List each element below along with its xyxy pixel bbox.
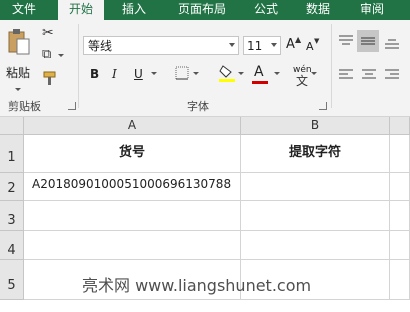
borders-icon[interactable]	[175, 66, 189, 80]
phonetic-char-icon: 文	[296, 74, 309, 88]
cell-c3[interactable]	[390, 201, 410, 231]
copy-icon[interactable]: ⧉	[42, 48, 51, 62]
grow-font-button[interactable]: A	[286, 37, 295, 53]
middle-align-icon	[361, 37, 375, 45]
chevron-down-icon	[229, 43, 235, 47]
underline-dropdown-icon[interactable]	[151, 72, 157, 75]
cell-c2[interactable]	[390, 173, 410, 201]
phonetic-dropdown-icon[interactable]	[311, 72, 317, 75]
font-group-label: 字体	[187, 100, 209, 113]
cell-b1[interactable]: 提取字符	[241, 135, 390, 173]
bottom-align-icon[interactable]	[384, 36, 400, 50]
font-color-swatch	[252, 81, 268, 84]
top-align-icon[interactable]	[338, 34, 354, 48]
cell-c1[interactable]	[390, 135, 410, 173]
borders-dropdown-icon[interactable]	[193, 72, 199, 75]
format-painter-icon[interactable]	[42, 70, 60, 86]
clipboard-group-label: 剪贴板	[8, 100, 41, 113]
cell-b4[interactable]	[241, 231, 390, 260]
underline-button[interactable]: U	[134, 66, 143, 82]
shrink-font-button[interactable]: A	[306, 39, 314, 55]
tab-formulas[interactable]: 公式	[248, 0, 284, 20]
tab-file[interactable]: 文件	[6, 0, 42, 20]
tab-insert[interactable]: 插入	[116, 0, 152, 20]
cell-c4[interactable]	[390, 231, 410, 260]
font-launcher-icon[interactable]	[319, 102, 327, 110]
fill-color-dropdown-icon[interactable]	[238, 72, 244, 75]
font-name-value: 等线	[88, 39, 113, 53]
group-divider	[78, 24, 79, 108]
grow-arrow-icon: ▲	[295, 35, 302, 44]
cell-b3[interactable]	[241, 201, 390, 231]
align-left-icon[interactable]	[338, 68, 354, 82]
font-color-button[interactable]: A	[254, 64, 264, 80]
ribbon: 粘贴 ✂ ⧉ 剪贴板 等线 11 A ▲ A ▼ B I U A wén 文 字…	[0, 20, 410, 117]
font-size-value: 11	[247, 39, 263, 53]
site-watermark: 亮术网 www.liangshunet.com	[82, 276, 312, 295]
tab-page-layout[interactable]: 页面布局	[170, 0, 234, 20]
ribbon-tab-bar: 文件 开始 插入 页面布局 公式 数据 审阅	[0, 0, 410, 20]
column-header-b[interactable]: B	[241, 117, 390, 135]
clipboard-launcher-icon[interactable]	[68, 102, 76, 110]
row-header-4[interactable]: 4	[0, 231, 24, 260]
italic-button[interactable]: I	[112, 66, 117, 82]
paste-button[interactable]: 粘贴	[4, 26, 34, 80]
align-right-icon[interactable]	[384, 68, 400, 82]
select-all-corner[interactable]	[0, 117, 24, 135]
column-header-c[interactable]	[390, 117, 410, 135]
row-header-5[interactable]: 5	[0, 260, 24, 300]
tab-review[interactable]: 审阅	[354, 0, 390, 20]
row-header-3[interactable]: 3	[0, 201, 24, 231]
chevron-down-icon	[271, 43, 277, 47]
middle-align-button[interactable]	[357, 30, 379, 52]
font-color-dropdown-icon[interactable]	[274, 72, 280, 75]
align-center-icon[interactable]	[361, 68, 377, 82]
font-name-select[interactable]: 等线	[83, 36, 239, 55]
paste-label: 粘贴	[6, 66, 31, 80]
bold-button[interactable]: B	[90, 66, 99, 82]
fill-color-icon[interactable]	[219, 64, 235, 82]
paste-icon	[8, 29, 30, 55]
group-divider	[331, 24, 332, 108]
cut-icon[interactable]: ✂	[42, 26, 54, 40]
cell-b2[interactable]	[241, 173, 390, 201]
cell-c5[interactable]	[390, 260, 410, 300]
cell-a1[interactable]: 货号	[24, 135, 241, 173]
tab-data[interactable]: 数据	[300, 0, 336, 20]
copy-dropdown-icon[interactable]	[58, 54, 64, 57]
cell-a2[interactable]: A2018090100051000696130788	[24, 173, 241, 201]
column-header-a[interactable]: A	[24, 117, 241, 135]
font-size-select[interactable]: 11	[243, 36, 281, 55]
paste-dropdown-icon[interactable]	[15, 88, 21, 91]
shrink-arrow-icon: ▼	[314, 37, 320, 45]
cell-a3[interactable]	[24, 201, 241, 231]
cell-a4[interactable]	[24, 231, 241, 260]
tab-home[interactable]: 开始	[58, 0, 104, 20]
row-header-1[interactable]: 1	[0, 135, 24, 173]
row-header-2[interactable]: 2	[0, 173, 24, 201]
